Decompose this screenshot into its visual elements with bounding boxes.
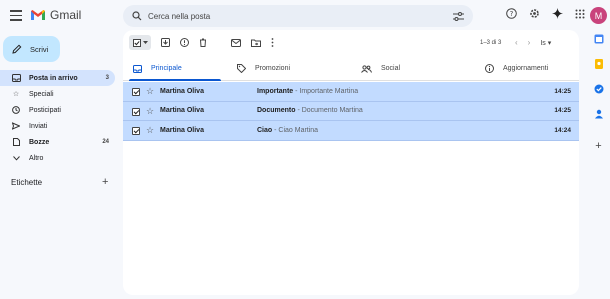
- sidebar-item-label: Bozze: [29, 138, 50, 146]
- email-snippet: - Ciao Martina: [272, 126, 319, 134]
- gemini-sparkle-icon[interactable]: [552, 8, 563, 19]
- sidebar-item-more[interactable]: Altro: [0, 150, 115, 166]
- sidebar-item-snoozed[interactable]: Posticipati: [0, 102, 115, 118]
- search-options-icon[interactable]: [453, 11, 464, 21]
- email-sender: Martina Oliva: [160, 87, 204, 95]
- tab-aggiornamenti[interactable]: Aggiornamenti: [455, 57, 579, 80]
- category-tabs: Principale Promozioni Social Aggiornamen…: [123, 57, 579, 81]
- checkbox-checked-icon: [132, 38, 141, 47]
- more-vert-icon[interactable]: [271, 38, 274, 47]
- sidebar-item-label: Inviati: [29, 122, 48, 130]
- mark-read-icon[interactable]: [231, 38, 241, 47]
- send-icon: [11, 122, 21, 130]
- email-sender: Martina Oliva: [160, 107, 204, 115]
- tab-promozioni[interactable]: Promozioni: [227, 57, 331, 80]
- compose-label: Scrivi: [30, 44, 49, 54]
- star-icon[interactable]: ☆: [146, 125, 154, 136]
- tab-social[interactable]: Social: [331, 57, 455, 80]
- gmail-logo[interactable]: Gmail: [30, 8, 81, 22]
- email-subject: Ciao: [257, 126, 273, 134]
- email-time: 14:25: [554, 107, 571, 115]
- pencil-icon: [12, 44, 22, 54]
- search-icon[interactable]: [132, 11, 142, 21]
- app-name: Gmail: [50, 8, 82, 22]
- email-row[interactable]: ☆ Martina Oliva Documento - Documento Ma…: [123, 101, 579, 121]
- star-icon[interactable]: ☆: [146, 106, 154, 117]
- archive-icon[interactable]: [161, 38, 170, 47]
- delete-icon[interactable]: [199, 38, 207, 47]
- sidebar-item-starred[interactable]: ☆ Speciali: [0, 86, 115, 102]
- sidebar-item-label: Altro: [29, 154, 44, 162]
- sidebar-item-label: Posta in arrivo: [29, 74, 78, 82]
- mail-toolbar: [129, 35, 274, 50]
- sidebar-item-sent[interactable]: Inviati: [0, 118, 115, 134]
- settings-gear-icon[interactable]: [529, 8, 540, 19]
- sidebar-nav: Posta in arrivo 3 ☆ Speciali Posticipati…: [0, 70, 115, 166]
- star-icon[interactable]: ☆: [146, 86, 154, 97]
- email-row[interactable]: ☆ Martina Oliva Ciao - Ciao Martina 14:2…: [123, 121, 579, 141]
- star-icon: ☆: [12, 91, 20, 98]
- email-row[interactable]: ☆ Martina Oliva Importante - Importante …: [123, 82, 579, 102]
- unread-count: 3: [105, 75, 109, 81]
- tasks-icon[interactable]: [594, 84, 604, 94]
- contacts-icon[interactable]: [594, 109, 604, 119]
- draft-icon: [11, 138, 21, 146]
- avatar[interactable]: M: [590, 7, 607, 24]
- drafts-count: 24: [102, 139, 109, 145]
- apps-grid-icon[interactable]: [575, 9, 585, 19]
- inbox-icon: [11, 74, 21, 82]
- calendar-icon[interactable]: [594, 34, 604, 44]
- next-page-icon[interactable]: ›: [528, 38, 531, 47]
- pagination-controls: ‹ › Is ▾: [515, 38, 551, 47]
- chevron-down-icon: [11, 155, 21, 161]
- help-icon[interactable]: ?: [506, 8, 517, 19]
- side-panel-rail: +: [587, 34, 610, 152]
- search-input[interactable]: Cerca nella posta: [148, 12, 453, 21]
- email-snippet: - Importante Martina: [293, 87, 359, 95]
- email-subject: Importante: [257, 87, 294, 95]
- email-snippet: - Documento Martina: [295, 107, 363, 115]
- main-menu-button[interactable]: [10, 10, 22, 21]
- add-label-icon[interactable]: +: [102, 176, 108, 188]
- inbox-icon: [133, 64, 142, 73]
- add-addon-icon[interactable]: +: [595, 140, 601, 152]
- row-checkbox[interactable]: [132, 127, 140, 135]
- sidebar-item-label: Speciali: [29, 90, 54, 98]
- tag-icon: [237, 64, 246, 73]
- tab-label: Promozioni: [255, 65, 291, 72]
- caret-down-icon: [142, 40, 148, 44]
- people-icon: [361, 64, 372, 73]
- svg-text:?: ?: [510, 10, 514, 18]
- tab-label: Principale: [151, 65, 182, 72]
- sidebar-item-inbox[interactable]: Posta in arrivo 3: [0, 70, 115, 86]
- sidebar-item-label: Posticipati: [29, 106, 61, 114]
- row-checkbox[interactable]: [132, 88, 140, 96]
- email-subject: Documento: [257, 107, 296, 115]
- tab-label: Aggiornamenti: [503, 65, 549, 72]
- prev-page-icon[interactable]: ‹: [515, 38, 518, 47]
- pagination-text: 1–3 di 3: [480, 40, 502, 46]
- input-tools-icon[interactable]: Is ▾: [540, 39, 551, 47]
- move-to-icon[interactable]: [251, 39, 261, 47]
- labels-heading: Etichette: [11, 178, 43, 187]
- tab-principale[interactable]: Principale: [123, 57, 227, 81]
- row-checkbox[interactable]: [132, 107, 140, 116]
- search-bar[interactable]: Cerca nella posta: [123, 5, 473, 27]
- gmail-envelope-icon: [31, 10, 45, 20]
- select-all-checkbox[interactable]: [129, 35, 151, 50]
- clock-icon: [11, 106, 21, 114]
- email-time: 14:25: [554, 87, 571, 95]
- email-sender: Martina Oliva: [160, 126, 204, 134]
- sidebar-item-drafts[interactable]: Bozze 24: [0, 134, 115, 150]
- tab-label: Social: [381, 65, 401, 72]
- email-time: 14:24: [554, 126, 571, 134]
- email-list: ☆ Martina Oliva Importante - Importante …: [123, 82, 579, 141]
- info-icon: [485, 64, 494, 73]
- report-spam-icon[interactable]: [180, 38, 189, 47]
- compose-button[interactable]: Scrivi: [3, 36, 60, 62]
- keep-icon[interactable]: [594, 59, 603, 69]
